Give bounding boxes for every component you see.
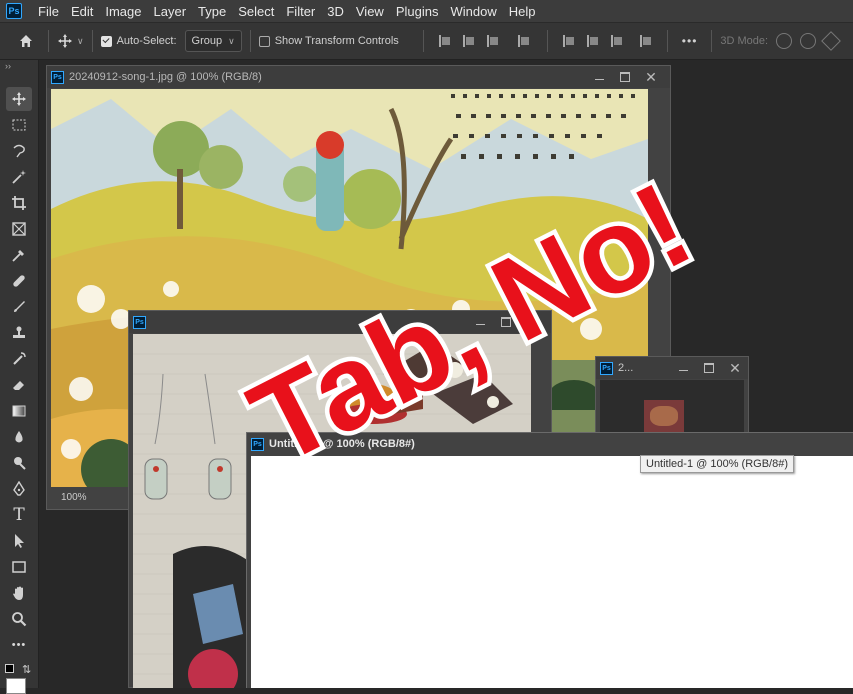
zoom-level[interactable]: 100% — [61, 492, 87, 503]
clone-stamp-tool-icon[interactable] — [6, 321, 32, 345]
menu-layer[interactable]: Layer — [149, 4, 192, 19]
tools-panel: ›› T ••• ⇅ — [0, 60, 39, 694]
default-colors-icon[interactable] — [5, 664, 14, 673]
chevron-down-icon: ∨ — [77, 35, 84, 46]
gradient-tool-icon[interactable] — [6, 399, 32, 423]
document-title: 2... — [618, 362, 634, 374]
minimize-button[interactable] — [467, 311, 493, 333]
crop-tool-icon[interactable] — [6, 191, 32, 215]
close-button[interactable]: ✕ — [722, 357, 748, 379]
background-document-edge — [549, 360, 599, 432]
close-button[interactable]: ✕ — [519, 311, 545, 333]
divider — [249, 30, 251, 52]
align-vertical-center-icon[interactable] — [585, 34, 599, 48]
auto-select-label: Auto-Select: — [116, 35, 177, 47]
document-title-bar[interactable]: Ps 20240912-song-1.jpg @ 100% (RGB/8) ✕ — [47, 66, 670, 88]
menu-3d[interactable]: 3D — [322, 4, 349, 19]
marquee-tool-icon[interactable] — [6, 113, 32, 137]
dodge-tool-icon[interactable] — [6, 451, 32, 475]
3d-pan-icon[interactable] — [821, 31, 842, 51]
maximize-button[interactable] — [612, 66, 638, 88]
3d-orbit-icon[interactable] — [776, 33, 793, 49]
home-icon[interactable] — [12, 27, 40, 55]
distribute-horizontal-icon[interactable] — [638, 34, 652, 48]
collapse-panel-icon[interactable]: ›› — [0, 60, 38, 74]
show-transform-controls-label: Show Transform Controls — [274, 35, 399, 47]
menu-bar: Ps File Edit Image Layer Type Select Fil… — [0, 0, 853, 22]
move-tool-preset-icon[interactable]: ∨ — [57, 33, 84, 49]
menu-image[interactable]: Image — [100, 4, 146, 19]
hand-tool-icon[interactable] — [6, 581, 32, 605]
zoom-tool-icon[interactable] — [6, 607, 32, 631]
align-horizontal-center-icon[interactable] — [461, 34, 475, 48]
divider — [48, 30, 49, 52]
menu-type[interactable]: Type — [193, 4, 231, 19]
menu-file[interactable]: File — [33, 4, 64, 19]
maximize-button[interactable] — [493, 311, 519, 333]
ps-document-icon: Ps — [600, 361, 613, 375]
auto-select-target-dropdown[interactable]: Group ∨ — [184, 30, 242, 52]
swap-colors-icon[interactable]: ⇅ — [22, 663, 31, 676]
history-brush-tool-icon[interactable] — [6, 347, 32, 371]
document-title-bar[interactable]: Ps Untitled-1 @ 100% (RGB/8#) — [247, 433, 853, 455]
align-left-icon[interactable] — [437, 34, 451, 48]
divider — [422, 30, 424, 52]
align-right-icon[interactable] — [485, 34, 499, 48]
divider — [91, 30, 93, 52]
photoshop-logo-icon: Ps — [6, 3, 22, 19]
minimize-button[interactable] — [670, 357, 696, 379]
chevron-down-icon: ∨ — [228, 35, 235, 46]
align-top-icon[interactable] — [561, 34, 575, 48]
menu-help[interactable]: Help — [504, 4, 541, 19]
distribute-vertical-icon[interactable] — [516, 34, 530, 48]
close-button[interactable]: ✕ — [638, 66, 664, 88]
menu-select[interactable]: Select — [233, 4, 279, 19]
document-title-bar[interactable]: Ps 2... ✕ — [596, 357, 748, 379]
divider — [546, 30, 548, 52]
ps-document-icon: Ps — [133, 315, 146, 329]
document-workspace: Ps 20240912-song-1.jpg @ 100% (RGB/8) ✕ — [39, 60, 853, 688]
move-tool-icon[interactable] — [6, 87, 32, 111]
healing-brush-tool-icon[interactable] — [6, 269, 32, 293]
blur-tool-icon[interactable] — [6, 425, 32, 449]
divider — [711, 30, 713, 52]
more-options-icon[interactable]: ••• — [682, 34, 698, 48]
magic-wand-tool-icon[interactable] — [6, 165, 32, 189]
maximize-button[interactable] — [696, 357, 722, 379]
align-bottom-icon[interactable] — [609, 34, 623, 48]
show-transform-controls-checkbox[interactable] — [258, 35, 270, 47]
path-selection-tool-icon[interactable] — [6, 529, 32, 553]
auto-select-checkbox[interactable] — [100, 35, 112, 47]
options-bar: ∨ Auto-Select: Group ∨ Show Transform Co… — [0, 22, 853, 60]
document-title: Untitled-1 @ 100% (RGB/8#) — [269, 438, 415, 450]
lasso-tool-icon[interactable] — [6, 139, 32, 163]
ps-document-icon: Ps — [251, 437, 264, 451]
eyedropper-tool-icon[interactable] — [6, 243, 32, 267]
menu-edit[interactable]: Edit — [66, 4, 98, 19]
document-title: 20240912-song-1.jpg @ 100% (RGB/8) — [69, 71, 262, 83]
brush-tool-icon[interactable] — [6, 295, 32, 319]
menu-filter[interactable]: Filter — [281, 4, 320, 19]
3d-roll-icon[interactable] — [800, 33, 817, 49]
ps-document-icon: Ps — [51, 70, 64, 84]
divider — [666, 30, 668, 52]
menu-plugins[interactable]: Plugins — [391, 4, 444, 19]
minimize-button[interactable] — [586, 66, 612, 88]
frame-tool-icon[interactable] — [6, 217, 32, 241]
eraser-tool-icon[interactable] — [6, 373, 32, 397]
type-tool-icon[interactable]: T — [6, 503, 32, 527]
document-tooltip: Untitled-1 @ 100% (RGB/8#) — [640, 455, 795, 473]
untitled-canvas[interactable] — [251, 456, 853, 688]
menu-view[interactable]: View — [351, 4, 389, 19]
rectangle-tool-icon[interactable] — [6, 555, 32, 579]
menu-window[interactable]: Window — [445, 4, 501, 19]
document-title-bar[interactable]: Ps ✕ — [129, 311, 551, 333]
edit-toolbar-icon[interactable]: ••• — [6, 633, 32, 657]
dropdown-value: Group — [191, 35, 223, 47]
pen-tool-icon[interactable] — [6, 477, 32, 501]
foreground-color-swatch[interactable] — [6, 678, 26, 694]
3d-mode-label: 3D Mode: — [720, 35, 769, 47]
